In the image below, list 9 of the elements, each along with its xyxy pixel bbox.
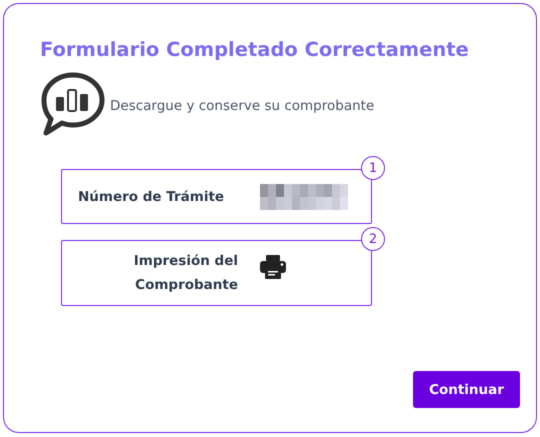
continue-button[interactable]: Continuar [413,371,520,408]
step-number-badge: 1 [361,156,385,180]
step-number-badge: 2 [361,227,385,251]
printer-icon[interactable] [260,255,286,279]
step-label: Impresión del Comprobante [132,252,238,295]
subtitle: Descargue y conserve su comprobante [110,98,374,114]
chat-bubble-chart-icon [40,71,106,137]
step-label: Número de Trámite [78,188,226,206]
title: Formulario Completado Correctamente [40,38,470,61]
